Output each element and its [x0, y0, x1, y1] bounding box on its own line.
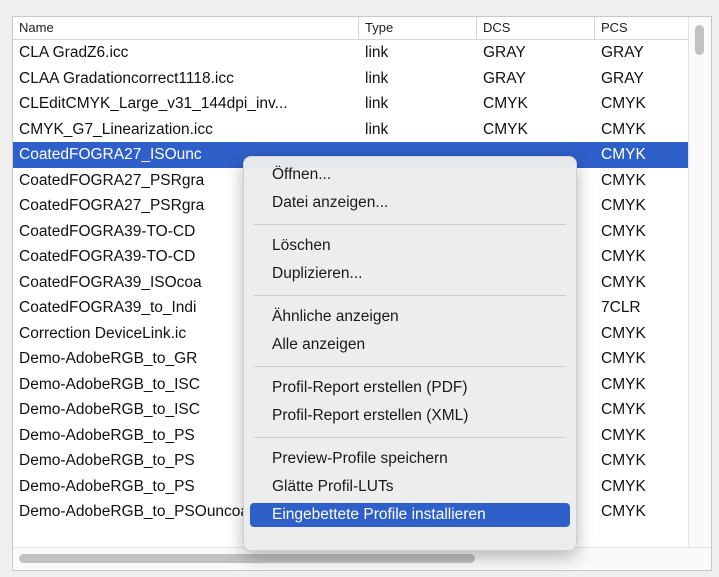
cell-type: link [365, 69, 389, 87]
cell-pcs: CMYK [601, 171, 646, 189]
menu-item[interactable]: Duplizieren... [250, 262, 570, 286]
cell-dcs: CMYK [483, 120, 528, 138]
app-window: Name Type DCS PCS CLA GradZ6.icc link GRAY… [0, 0, 719, 577]
cell-dcs: GRAY [483, 44, 526, 61]
cell-type: link [365, 44, 389, 61]
cell-pcs: CMYK [601, 197, 646, 214]
menu-item[interactable]: Öffnen... [250, 163, 570, 187]
menu-item[interactable]: Datei anzeigen... [250, 191, 570, 215]
menu-separator [254, 366, 566, 367]
table-row[interactable]: CMYK_G7_Linearization.icc link CMYK CMYK [13, 117, 689, 143]
cell-pcs: CMYK [601, 350, 646, 367]
cell-pcs: GRAY [601, 44, 644, 61]
cell-pcs: CMYK [601, 273, 646, 291]
menu-item[interactable]: Profil-Report erstellen (XML) [250, 404, 570, 428]
cell-pcs: CMYK [601, 375, 646, 393]
cell-dcs: GRAY [483, 69, 526, 87]
menu-item[interactable]: Löschen [250, 234, 570, 258]
cell-pcs: CMYK [601, 248, 646, 265]
table-row[interactable]: CLAA Gradationcorrect1118.icc link GRAY GRA… [13, 66, 689, 92]
vertical-scrollbar[interactable] [688, 17, 711, 549]
column-header-pcs[interactable]: PCS [595, 17, 689, 39]
column-header-name[interactable]: Name [13, 17, 359, 39]
vertical-scroll-thumb[interactable] [695, 25, 704, 55]
context-menu: Öffnen... Datei anzeigen... Löschen Duplizi… [243, 156, 577, 551]
cell-type: link [365, 120, 389, 138]
column-header-dcs[interactable]: DCS [477, 17, 595, 39]
cell-name: CLAA Gradationcorrect1118.icc [19, 69, 234, 87]
cell-type: link [365, 95, 389, 112]
horizontal-scroll-thumb[interactable] [19, 554, 475, 563]
menu-item[interactable]: Profil-Report erstellen (PDF) [250, 376, 570, 400]
cell-pcs: GRAY [601, 69, 644, 87]
cell-pcs: CMYK [601, 426, 646, 444]
table-header: Name Type DCS PCS [13, 17, 689, 40]
cell-name: CLA GradZ6.icc [19, 44, 129, 61]
menu-separator [254, 295, 566, 296]
cell-pcs: CMYK [601, 95, 646, 112]
cell-pcs: CMYK [601, 146, 646, 163]
table-row[interactable]: CLA GradZ6.icc link GRAY GRAY [13, 40, 689, 66]
cell-name: CLEditCMYK_Large_v31_144dpi_inv... [19, 95, 288, 112]
cell-pcs: 7CLR [601, 299, 641, 316]
cell-pcs: CMYK [601, 477, 646, 495]
cell-pcs: CMYK [601, 452, 646, 469]
cell-name: CMYK_G7_Linearization.icc [19, 120, 213, 138]
cell-pcs: CMYK [601, 503, 646, 520]
menu-item[interactable]: Eingebettete Profile installieren [250, 503, 570, 527]
menu-separator [254, 437, 566, 438]
table-row[interactable]: CLEditCMYK_Large_v31_144dpi_inv... link CM… [13, 91, 689, 117]
menu-item[interactable]: Glätte Profil-LUTs [250, 475, 570, 499]
column-header-type[interactable]: Type [359, 17, 477, 39]
cell-dcs: CMYK [483, 95, 528, 112]
cell-pcs: CMYK [601, 401, 646, 418]
cell-pcs: CMYK [601, 324, 646, 342]
menu-separator [254, 224, 566, 225]
menu-item[interactable]: Ähnliche anzeigen [250, 305, 570, 329]
menu-item[interactable]: Alle anzeigen [250, 333, 570, 357]
menu-item[interactable]: Preview-Profile speichern [250, 447, 570, 471]
cell-pcs: CMYK [601, 120, 646, 138]
cell-pcs: CMYK [601, 222, 646, 240]
